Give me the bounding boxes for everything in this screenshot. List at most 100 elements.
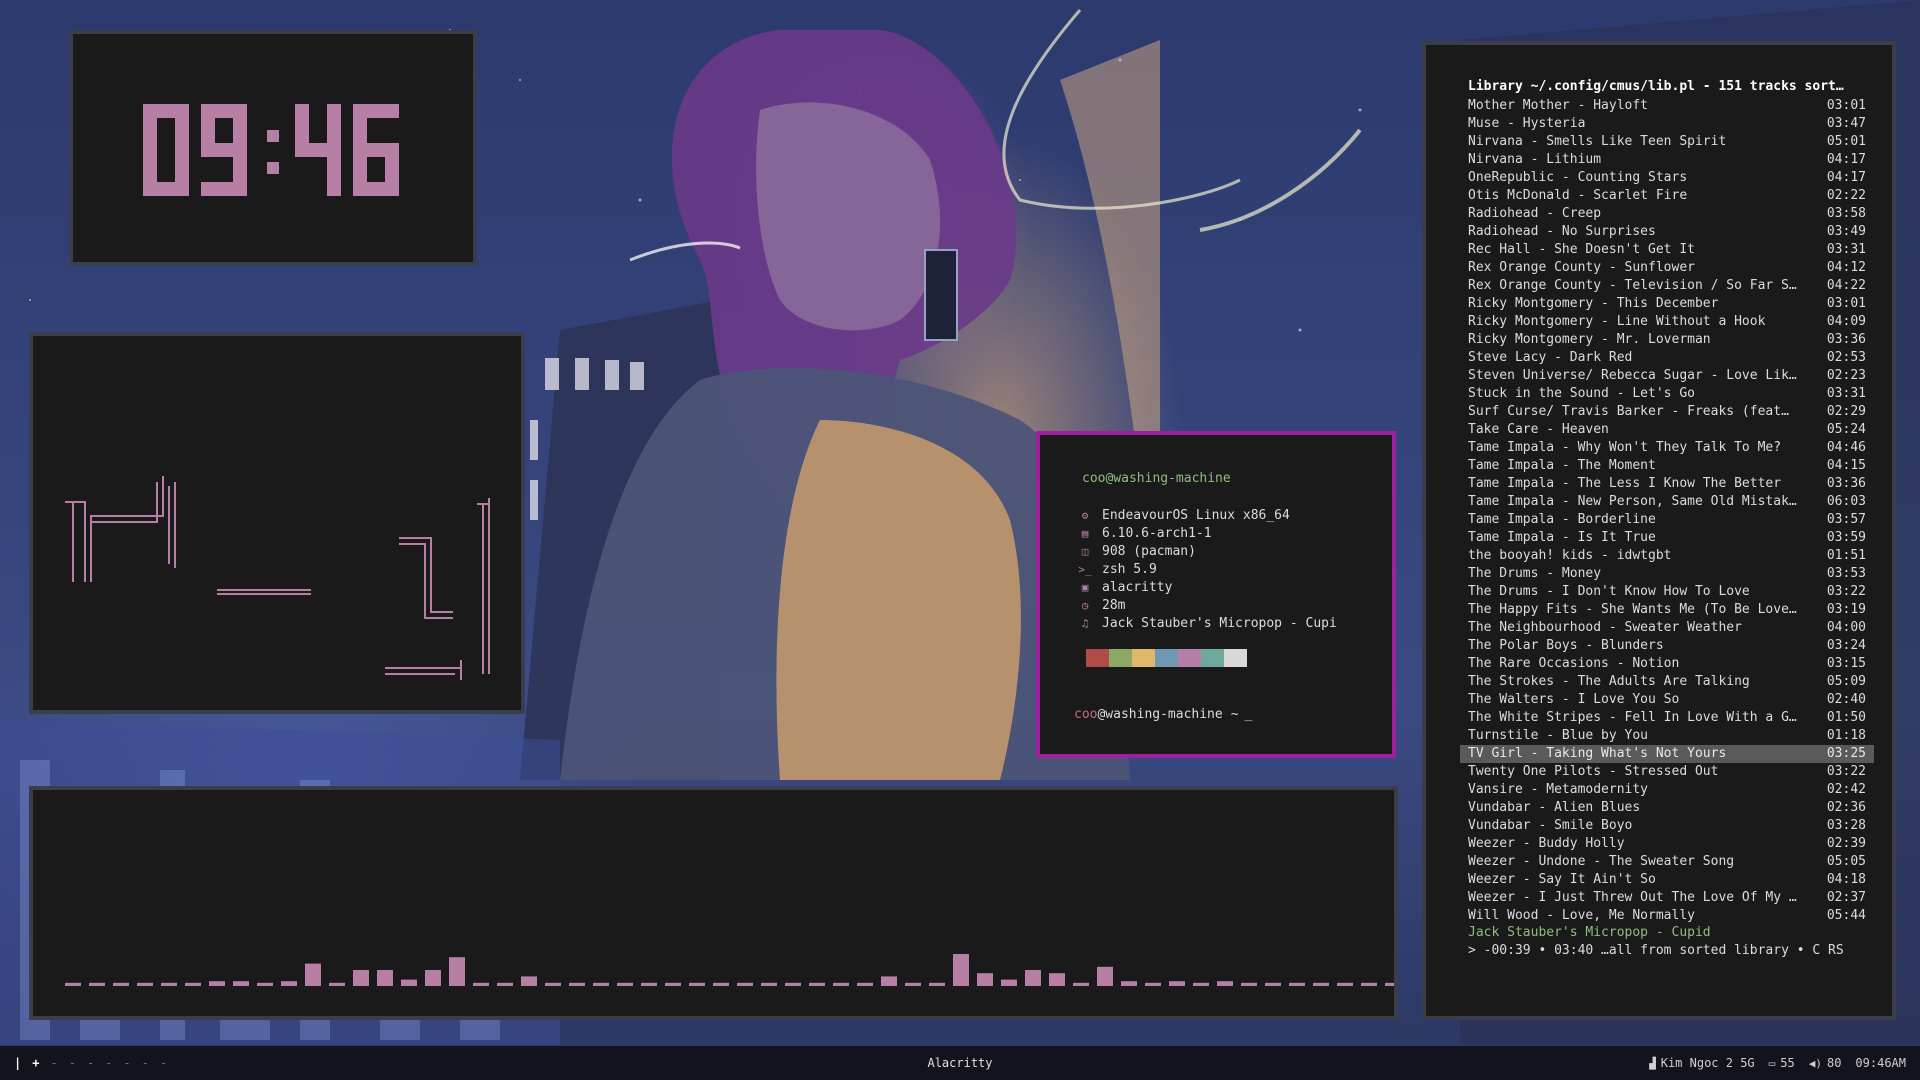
track-row[interactable]: Tame Impala - Is It True 03:59 [1460,529,1874,547]
track-row[interactable]: Vansire - Metamodernity 02:42 [1460,781,1874,799]
track-row[interactable]: Radiohead - Creep 03:58 [1460,205,1874,223]
track-row[interactable]: Vundabar - Alien Blues 02:36 [1460,799,1874,817]
track-duration: 02:29 [1826,404,1866,419]
track-row[interactable]: Vundabar - Smile Boyo 03:28 [1460,817,1874,835]
color-swatches [1086,649,1247,667]
visualizer-bar [641,982,657,986]
track-duration: 03:22 [1826,584,1866,599]
track-row[interactable]: Tame Impala - Why Won't They Talk To Me?… [1460,439,1874,457]
battery-label: 55 [1780,1056,1795,1070]
track-row[interactable]: Weezer - Say It Ain't So 04:18 [1460,871,1874,889]
track-row[interactable]: The Drums - Money 03:53 [1460,565,1874,583]
color-swatch [1201,649,1224,667]
visualizer-bar [1265,982,1281,986]
track-row[interactable]: Rex Orange County - Sunflower 04:12 [1460,259,1874,277]
shell-prompt[interactable]: coo@washing-machine ~ _ [1074,707,1252,722]
visualizer-bar [569,982,585,986]
track-row[interactable]: Turnstile - Blue by You 01:18 [1460,727,1874,745]
prompt-user: coo [1074,707,1098,722]
track-row[interactable]: the booyah! kids - idwtgbt 01:51 [1460,547,1874,565]
track-duration: 04:00 [1826,620,1866,635]
track-title: The Rare Occasions - Notion [1468,656,1680,671]
track-row[interactable]: Nirvana - Lithium 04:17 [1460,151,1874,169]
visualizer-bar [449,957,465,986]
track-row[interactable]: The Walters - I Love You So 02:40 [1460,691,1874,709]
track-title: Vundabar - Alien Blues [1468,800,1641,815]
track-row[interactable]: The Polar Boys - Blunders 03:24 [1460,637,1874,655]
visualizer-bar [929,982,945,986]
track-row[interactable]: Otis McDonald - Scarlet Fire 02:22 [1460,187,1874,205]
clock-widget [69,30,477,266]
track-duration: 03:36 [1826,476,1866,491]
track-title: Weezer - Say It Ain't So [1468,872,1656,887]
track-title: Otis McDonald - Scarlet Fire [1468,188,1688,203]
battery-icon: ▭ [1768,1056,1776,1070]
track-row[interactable]: Ricky Montgomery - This December 03:01 [1460,295,1874,313]
track-row[interactable]: Twenty One Pilots - Stressed Out 03:22 [1460,763,1874,781]
track-title: The Neighbourhood - Sweater Weather [1468,620,1742,635]
track-row[interactable]: Will Wood - Love, Me Normally 05:44 [1460,907,1874,925]
track-row[interactable]: Surf Curse/ Travis Barker - Freaks (feat… [1460,403,1874,421]
track-row[interactable]: Ricky Montgomery - Line Without a Hook 04… [1460,313,1874,331]
color-swatch [1109,649,1132,667]
track-row[interactable]: The Rare Occasions - Notion 03:15 [1460,655,1874,673]
track-row[interactable]: Weezer - I Just Threw Out The Love Of My… [1460,889,1874,907]
track-row[interactable]: The Neighbourhood - Sweater Weather 04:00 [1460,619,1874,637]
audio-visualizer-panel [29,786,1398,1020]
wifi-status[interactable]: ▟ Kim Ngoc 2 5G [1649,1056,1755,1070]
volume-status[interactable]: ◀) 80 [1809,1056,1842,1070]
track-row[interactable]: Tame Impala - Borderline 03:57 [1460,511,1874,529]
track-row[interactable]: Rex Orange County - Television / So Far … [1460,277,1874,295]
track-row-selected[interactable]: TV Girl - Taking What's Not Yours 03:25 [1460,745,1874,763]
fastfetch-terminal[interactable]: coo@washing-machine ⚙ EndeavourOS Linux x… [1036,431,1396,758]
track-duration: 02:42 [1826,782,1866,797]
track-row[interactable]: The Drums - I Don't Know How To Love 03:2… [1460,583,1874,601]
cmus-player[interactable]: Library ~/.config/cmus/lib.pl - 151 trac… [1422,41,1896,1020]
track-row[interactable]: Tame Impala - New Person, Same Old Mista… [1460,493,1874,511]
track-list[interactable]: Mother Mother - Hayloft 03:01 Muse - Hyste… [1460,97,1874,925]
track-duration: 03:01 [1826,296,1866,311]
track-row[interactable]: The White Stripes - Fell In Love With a … [1460,709,1874,727]
track-title: Tame Impala - The Less I Know The Better [1468,476,1782,491]
track-duration: 06:03 [1826,494,1866,509]
track-title: Radiohead - Creep [1468,206,1602,221]
clock-status[interactable]: 09:46AM [1855,1056,1906,1070]
music-icon: ♫ [1081,617,1089,630]
prompt-host: @washing-machine [1097,707,1223,722]
track-row[interactable]: Rec Hall - She Doesn't Get It 03:31 [1460,241,1874,259]
track-title: Steve Lacy - Dark Red [1468,350,1633,365]
track-row[interactable]: Tame Impala - The Less I Know The Better… [1460,475,1874,493]
visualizer-bar [281,981,297,986]
track-row[interactable]: Weezer - Buddy Holly 02:39 [1460,835,1874,853]
track-duration: 03:28 [1826,818,1866,833]
track-title: TV Girl - Taking What's Not Yours [1468,746,1727,761]
visualizer-bar [1385,982,1394,986]
library-header: Library ~/.config/cmus/lib.pl - 151 trac… [1468,79,1844,94]
track-row[interactable]: Tame Impala - The Moment 04:15 [1460,457,1874,475]
track-row[interactable]: Weezer - Undone - The Sweater Song 05:05 [1460,853,1874,871]
track-row[interactable]: Ricky Montgomery - Mr. Loverman 03:36 [1460,331,1874,349]
track-duration: 03:19 [1826,602,1866,617]
track-row[interactable]: Radiohead - No Surprises 03:49 [1460,223,1874,241]
track-title: Vundabar - Smile Boyo [1468,818,1633,833]
track-row[interactable]: Stuck in the Sound - Let's Go 03:31 [1460,385,1874,403]
track-row[interactable]: Steve Lacy - Dark Red 02:53 [1460,349,1874,367]
visualizer-bar [785,982,801,986]
track-title: Muse - Hysteria [1468,116,1586,131]
visualizer-bars [65,954,1394,986]
battery-status[interactable]: ▭ 55 [1769,1056,1795,1070]
track-row[interactable]: Take Care - Heaven 05:24 [1460,421,1874,439]
visualizer-bar [881,976,897,986]
track-row[interactable]: The Strokes - The Adults Are Talking 05:0… [1460,673,1874,691]
track-row[interactable]: Muse - Hysteria 03:47 [1460,115,1874,133]
clock-segment [353,143,399,157]
track-row[interactable]: OneRepublic - Counting Stars 04:17 [1460,169,1874,187]
track-title: Ricky Montgomery - This December [1468,296,1719,311]
track-row[interactable]: Steven Universe/ Rebecca Sugar - Love Li… [1460,367,1874,385]
track-row[interactable]: Nirvana - Smells Like Teen Spirit 05:01 [1460,133,1874,151]
color-swatch [1086,649,1109,667]
track-row[interactable]: The Happy Fits - She Wants Me (To Be Lov… [1460,601,1874,619]
track-row[interactable]: Mother Mother - Hayloft 03:01 [1460,97,1874,115]
pipes-widget [29,332,525,714]
track-duration: 03:01 [1826,98,1866,113]
